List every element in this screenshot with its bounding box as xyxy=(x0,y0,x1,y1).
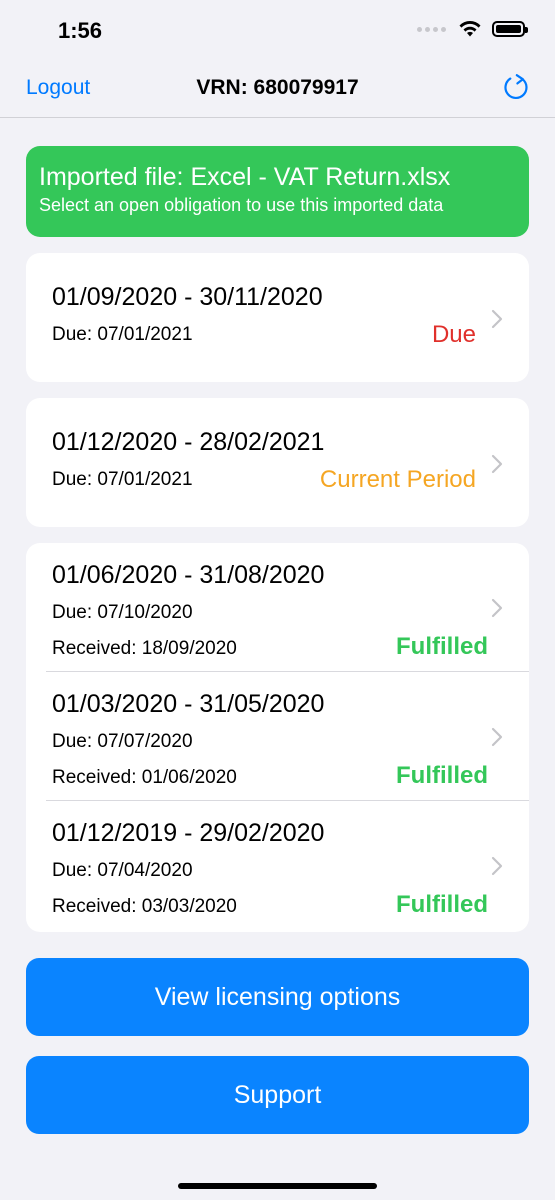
obligation-status: Fulfilled xyxy=(396,762,488,789)
chevron-right-icon xyxy=(491,598,503,618)
obligation-received-date: Received: 01/06/2020 xyxy=(52,767,237,788)
obligation-period: 01/12/2019 - 29/02/2020 xyxy=(52,819,325,847)
obligation-row[interactable]: 01/12/2019 - 29/02/2020 Due: 07/04/2020 … xyxy=(26,801,529,930)
obligation-period: 01/09/2020 - 30/11/2020 xyxy=(52,283,323,311)
battery-icon xyxy=(492,21,528,37)
obligation-period: 01/03/2020 - 31/05/2020 xyxy=(52,690,325,718)
obligation-status: Fulfilled xyxy=(396,891,488,918)
obligation-row[interactable]: 01/06/2020 - 31/08/2020 Due: 07/10/2020 … xyxy=(26,543,529,672)
status-time: 1:56 xyxy=(58,18,103,43)
banner-subtitle: Select an open obligation to use this im… xyxy=(39,195,444,215)
obligation-period: 01/12/2020 - 28/02/2021 xyxy=(52,428,325,456)
status-icons xyxy=(417,20,528,38)
banner-title: Imported file: Excel - VAT Return.xlsx xyxy=(39,163,451,191)
view-licensing-button[interactable]: View licensing options xyxy=(26,958,529,1036)
home-indicator[interactable] xyxy=(178,1183,377,1189)
chevron-right-icon xyxy=(491,856,503,876)
obligation-row[interactable]: 01/09/2020 - 30/11/2020 Due: 07/01/2021 … xyxy=(26,253,529,382)
refresh-icon[interactable] xyxy=(501,72,531,102)
wifi-icon xyxy=(459,21,481,37)
obligation-status: Due xyxy=(431,321,476,348)
imported-file-banner: Imported file: Excel - VAT Return.xlsx S… xyxy=(26,146,529,237)
obligation-status: Fulfilled xyxy=(396,633,488,660)
obligation-due-date: Due: 07/10/2020 xyxy=(52,602,193,623)
obligation-status: Current Period xyxy=(319,466,476,493)
signal-icon xyxy=(417,26,446,32)
obligation-row[interactable]: 01/12/2020 - 28/02/2021 Due: 07/01/2021 … xyxy=(26,398,529,527)
chevron-right-icon xyxy=(491,727,503,747)
obligation-due-date: Due: 07/04/2020 xyxy=(52,860,193,881)
obligation-card-due[interactable]: 01/09/2020 - 30/11/2020 Due: 07/01/2021 … xyxy=(26,253,529,382)
obligation-due-date: Due: 07/01/2021 xyxy=(52,469,193,490)
navigation-bar: Logout VRN: 680079917 xyxy=(0,62,555,118)
obligation-received-date: Received: 03/03/2020 xyxy=(52,896,237,917)
obligation-card-current[interactable]: 01/12/2020 - 28/02/2021 Due: 07/01/2021 … xyxy=(26,398,529,527)
chevron-right-icon xyxy=(491,309,503,329)
status-bar: 1:56 xyxy=(0,0,555,62)
obligation-period: 01/06/2020 - 31/08/2020 xyxy=(52,561,325,589)
support-button[interactable]: Support xyxy=(26,1056,529,1134)
obligation-due-date: Due: 07/01/2021 xyxy=(52,324,193,345)
obligation-due-date: Due: 07/07/2020 xyxy=(52,731,193,752)
page-title: VRN: 680079917 xyxy=(196,76,359,99)
chevron-right-icon xyxy=(491,454,503,474)
obligation-row[interactable]: 01/03/2020 - 31/05/2020 Due: 07/07/2020 … xyxy=(26,672,529,801)
obligation-received-date: Received: 18/09/2020 xyxy=(52,638,237,659)
fulfilled-obligations-card: 01/06/2020 - 31/08/2020 Due: 07/10/2020 … xyxy=(26,543,529,932)
